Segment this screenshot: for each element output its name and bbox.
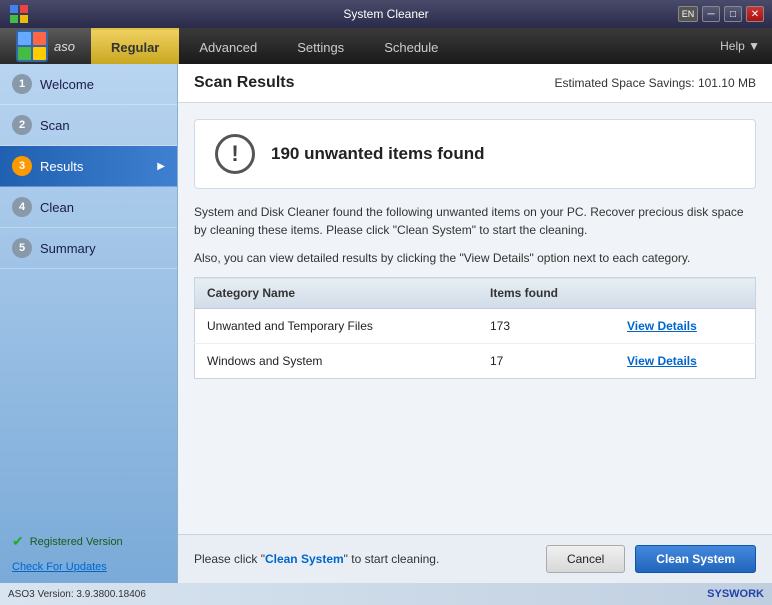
sidebar-label-clean: Clean bbox=[40, 200, 74, 215]
version-text: ASO3 Version: 3.9.3800.18406 bbox=[8, 589, 146, 600]
result-box: ! 190 unwanted items found bbox=[194, 119, 756, 189]
nav-bar: aso Regular Advanced Settings Schedule H… bbox=[0, 28, 772, 64]
sidebar-item-clean[interactable]: 4 Clean bbox=[0, 187, 177, 228]
warning-icon: ! bbox=[215, 134, 255, 174]
registered-label: Registered Version bbox=[30, 536, 123, 548]
logo-text: aso bbox=[54, 39, 75, 54]
brand-logo: SYSWORK bbox=[707, 588, 764, 600]
table-row: Windows and System 17 View Details bbox=[195, 344, 756, 379]
registered-badge: ✔ Registered Version bbox=[12, 533, 165, 550]
title-bar: System Cleaner EN ─ □ ✕ bbox=[0, 0, 772, 28]
sidebar-label-summary: Summary bbox=[40, 241, 96, 256]
savings-info: Estimated Space Savings: 101.10 MB bbox=[555, 76, 756, 90]
sidebar-item-scan[interactable]: 2 Scan bbox=[0, 105, 177, 146]
row1-link-cell: View Details bbox=[615, 309, 756, 344]
sidebar-arrow-results: ▶ bbox=[157, 161, 165, 172]
windows-icon bbox=[8, 3, 30, 25]
content-footer: Please click "Clean System" to start cle… bbox=[178, 534, 772, 583]
sidebar: 1 Welcome 2 Scan 3 Results ▶ 4 Clean 5 S… bbox=[0, 64, 178, 583]
description-2: Also, you can view detailed results by c… bbox=[194, 249, 756, 267]
content-body: ! 190 unwanted items found System and Di… bbox=[178, 103, 772, 534]
tab-settings[interactable]: Settings bbox=[277, 28, 364, 64]
sidebar-num-scan: 2 bbox=[12, 115, 32, 135]
window-title: System Cleaner bbox=[343, 7, 428, 21]
close-button[interactable]: ✕ bbox=[746, 6, 764, 22]
check-updates-link[interactable]: Check For Updates bbox=[12, 561, 107, 573]
page-title: Scan Results bbox=[194, 74, 294, 92]
app-logo: aso bbox=[0, 28, 91, 64]
col-action bbox=[615, 278, 756, 309]
main-layout: 1 Welcome 2 Scan 3 Results ▶ 4 Clean 5 S… bbox=[0, 64, 772, 583]
result-count: 190 unwanted items found bbox=[271, 144, 484, 164]
sidebar-num-results: 3 bbox=[12, 156, 32, 176]
sidebar-label-scan: Scan bbox=[40, 118, 70, 133]
tab-regular[interactable]: Regular bbox=[91, 28, 179, 64]
row1-count: 173 bbox=[478, 309, 615, 344]
row2-count: 17 bbox=[478, 344, 615, 379]
clean-system-button[interactable]: Clean System bbox=[635, 545, 756, 573]
footer-link-text: Clean System bbox=[265, 552, 344, 566]
sidebar-num-clean: 4 bbox=[12, 197, 32, 217]
sidebar-label-welcome: Welcome bbox=[40, 77, 94, 92]
window-controls: EN ─ □ ✕ bbox=[678, 6, 764, 22]
view-details-row1[interactable]: View Details bbox=[627, 319, 697, 333]
row1-category: Unwanted and Temporary Files bbox=[195, 309, 479, 344]
footer-message: Please click "Clean System" to start cle… bbox=[194, 552, 536, 566]
sidebar-item-welcome[interactable]: 1 Welcome bbox=[0, 64, 177, 105]
sidebar-label-results: Results bbox=[40, 159, 83, 174]
col-category: Category Name bbox=[195, 278, 479, 309]
sidebar-item-summary[interactable]: 5 Summary bbox=[0, 228, 177, 269]
check-icon: ✔ bbox=[12, 533, 24, 550]
view-details-row2[interactable]: View Details bbox=[627, 354, 697, 368]
content-header: Scan Results Estimated Space Savings: 10… bbox=[178, 64, 772, 103]
results-table: Category Name Items found Unwanted and T… bbox=[194, 277, 756, 379]
sidebar-num-welcome: 1 bbox=[12, 74, 32, 94]
sidebar-num-summary: 5 bbox=[12, 238, 32, 258]
row2-category: Windows and System bbox=[195, 344, 479, 379]
help-button[interactable]: Help ▼ bbox=[708, 28, 772, 64]
logo-icon bbox=[16, 30, 48, 62]
sidebar-item-results[interactable]: 3 Results ▶ bbox=[0, 146, 177, 187]
table-row: Unwanted and Temporary Files 173 View De… bbox=[195, 309, 756, 344]
row2-link-cell: View Details bbox=[615, 344, 756, 379]
minimize-button[interactable]: ─ bbox=[702, 6, 720, 22]
tab-schedule[interactable]: Schedule bbox=[364, 28, 458, 64]
maximize-button[interactable]: □ bbox=[724, 6, 742, 22]
nav-tabs: Regular Advanced Settings Schedule bbox=[91, 28, 708, 64]
sidebar-footer: ✔ Registered Version Check For Updates bbox=[0, 523, 177, 583]
app-icon-area bbox=[8, 3, 30, 25]
table-header-row: Category Name Items found bbox=[195, 278, 756, 309]
content-area: Scan Results Estimated Space Savings: 10… bbox=[178, 64, 772, 583]
col-items: Items found bbox=[478, 278, 615, 309]
tab-advanced[interactable]: Advanced bbox=[179, 28, 277, 64]
cancel-button[interactable]: Cancel bbox=[546, 545, 625, 573]
description-1: System and Disk Cleaner found the follow… bbox=[194, 203, 756, 239]
bottom-bar: ASO3 Version: 3.9.3800.18406 SYSWORK bbox=[0, 583, 772, 605]
flag-button[interactable]: EN bbox=[678, 6, 698, 22]
